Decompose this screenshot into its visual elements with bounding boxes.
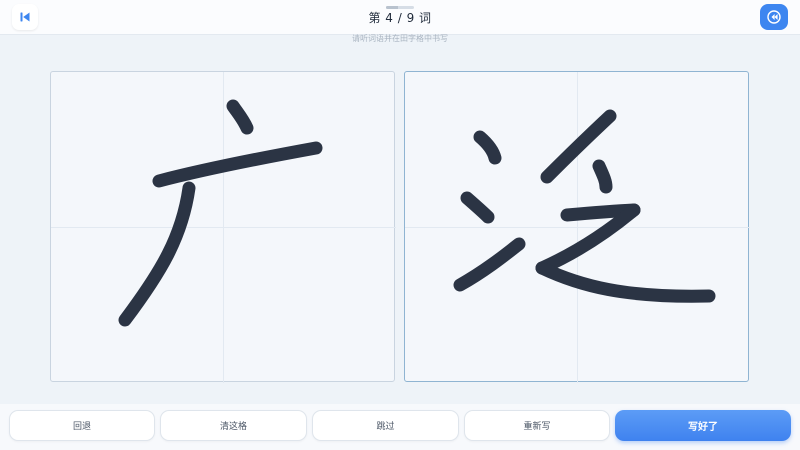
- done-writing-button[interactable]: 写好了: [615, 410, 791, 441]
- handwritten-character: [453, 109, 716, 303]
- audio-replay-icon: [766, 9, 782, 25]
- back-button[interactable]: 回退: [9, 410, 155, 441]
- audio-replay-button[interactable]: [760, 4, 788, 30]
- writing-grid-1[interactable]: [50, 71, 396, 383]
- progress-title: 第 4 / 9 词: [368, 11, 432, 25]
- rewrite-button[interactable]: 重新写: [464, 410, 610, 441]
- top-bar: 第 4 / 9 词: [0, 0, 800, 35]
- handwritten-character: [118, 99, 323, 327]
- writing-grid-2[interactable]: [404, 71, 750, 383]
- instruction-text: 请听词语并在田字格中书写: [352, 34, 448, 43]
- clear-cell-button[interactable]: 清这格: [160, 410, 307, 441]
- skip-button[interactable]: 跳过: [312, 410, 459, 441]
